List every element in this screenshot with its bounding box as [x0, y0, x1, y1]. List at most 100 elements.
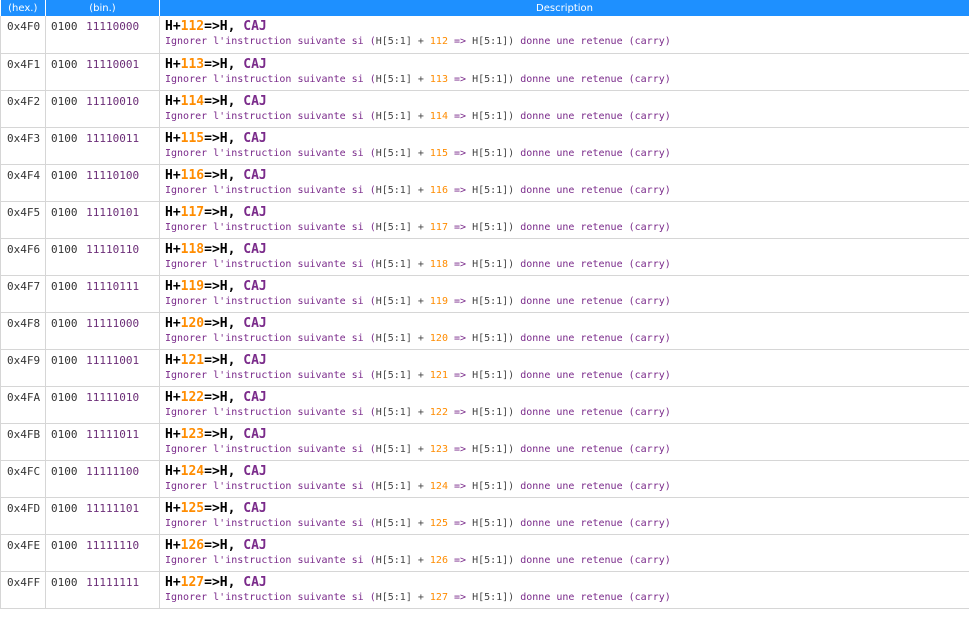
instruction-description: Ignorer l'instruction suivante si (H[5:1… [165, 110, 969, 124]
desc-register: H[5:1] + [375, 332, 430, 344]
instruction-cell: H+112=>H, CAJ Ignorer l'instruction suiva… [159, 16, 969, 54]
instruction-description: Ignorer l'instruction suivante si (H[5:1… [165, 369, 969, 383]
desc-immediate: 121 [429, 369, 448, 381]
desc-immediate: 123 [429, 443, 448, 455]
desc-result: H[5:1]) [472, 73, 515, 85]
desc-result: H[5:1]) [472, 406, 515, 418]
desc-immediate: 127 [429, 591, 448, 603]
desc-arrow: => [447, 332, 473, 344]
opcode-bin-high: 0100 [51, 205, 78, 219]
desc-result: H[5:1]) [472, 258, 515, 270]
mnemonic-prefix: H+ [165, 463, 181, 479]
mnemonic-flag: CAJ [243, 241, 267, 257]
instruction-description: Ignorer l'instruction suivante si (H[5:1… [165, 73, 969, 87]
mnemonic-prefix: H+ [165, 315, 181, 331]
mnemonic-flag: CAJ [243, 500, 267, 516]
instruction-cell: H+119=>H, CAJ Ignorer l'instruction suiva… [159, 275, 969, 313]
opcode-hex: 0x4F1 [0, 53, 46, 91]
opcode-bin: 0100 11110110 [45, 238, 160, 276]
desc-prefix: Ignorer l'instruction suivante si ( [165, 147, 376, 159]
instruction-cell: H+123=>H, CAJ Ignorer l'instruction suiva… [159, 423, 969, 461]
table-row: 0x4FF 0100 11111111 H+127=>H, CAJ Ignorer l… [0, 571, 969, 609]
desc-suffix: donne une retenue (carry) [514, 369, 671, 381]
mnemonic-prefix: H+ [165, 241, 181, 257]
instruction-cell: H+116=>H, CAJ Ignorer l'instruction suiva… [159, 164, 969, 202]
instruction-cell: H+122=>H, CAJ Ignorer l'instruction suiva… [159, 386, 969, 424]
mnemonic-immediate: 125 [180, 500, 205, 516]
desc-arrow: => [447, 147, 473, 159]
table-row: 0x4FB 0100 11111011 H+123=>H, CAJ Ignorer l… [0, 423, 969, 461]
instruction-table: (hex.) (bin.) Description 0x4F0 0100 1111… [0, 0, 969, 609]
mnemonic-flag: CAJ [243, 537, 267, 553]
opcode-bin-low: 11111010 [86, 390, 140, 404]
instruction-cell: H+117=>H, CAJ Ignorer l'instruction suiva… [159, 201, 969, 239]
desc-register: H[5:1] + [375, 258, 430, 270]
opcode-bin-low: 11110111 [86, 279, 140, 293]
desc-arrow: => [447, 258, 473, 270]
desc-prefix: Ignorer l'instruction suivante si ( [165, 295, 376, 307]
mnemonic-prefix: H+ [165, 352, 181, 368]
desc-suffix: donne une retenue (carry) [514, 184, 671, 196]
desc-register: H[5:1] + [375, 73, 430, 85]
opcode-bin: 0100 11110000 [45, 16, 160, 54]
mnemonic-immediate: 115 [180, 130, 205, 146]
desc-arrow: => [447, 480, 473, 492]
mnemonic-prefix: H+ [165, 167, 181, 183]
mnemonic-flag: CAJ [243, 389, 267, 405]
instruction-mnemonic: H+123=>H, CAJ [165, 426, 969, 443]
mnemonic-suffix: =>H, [204, 278, 244, 294]
opcode-bin-low: 11110101 [86, 205, 140, 219]
mnemonic-suffix: =>H, [204, 500, 244, 516]
mnemonic-immediate: 126 [180, 537, 205, 553]
desc-prefix: Ignorer l'instruction suivante si ( [165, 184, 376, 196]
header-hex: (hex.) [0, 0, 46, 16]
instruction-mnemonic: H+114=>H, CAJ [165, 93, 969, 110]
opcode-bin: 0100 11110001 [45, 53, 160, 91]
opcode-bin-high: 0100 [51, 464, 78, 478]
instruction-description: Ignorer l'instruction suivante si (H[5:1… [165, 517, 969, 531]
mnemonic-suffix: =>H, [204, 130, 244, 146]
desc-prefix: Ignorer l'instruction suivante si ( [165, 110, 376, 122]
desc-immediate: 124 [429, 480, 448, 492]
mnemonic-flag: CAJ [243, 574, 267, 590]
mnemonic-immediate: 121 [180, 352, 205, 368]
desc-suffix: donne une retenue (carry) [514, 554, 671, 566]
mnemonic-immediate: 114 [180, 93, 205, 109]
desc-result: H[5:1]) [472, 517, 515, 529]
mnemonic-immediate: 116 [180, 167, 205, 183]
mnemonic-immediate: 122 [180, 389, 205, 405]
opcode-bin: 0100 11110010 [45, 90, 160, 128]
opcode-hex: 0x4F2 [0, 90, 46, 128]
mnemonic-suffix: =>H, [204, 56, 244, 72]
desc-arrow: => [447, 184, 473, 196]
desc-prefix: Ignorer l'instruction suivante si ( [165, 480, 376, 492]
desc-register: H[5:1] + [375, 554, 430, 566]
mnemonic-prefix: H+ [165, 426, 181, 442]
header-bin: (bin.) [45, 0, 160, 16]
opcode-hex: 0x4F9 [0, 349, 46, 387]
mnemonic-immediate: 119 [180, 278, 205, 294]
desc-register: H[5:1] + [375, 221, 430, 233]
desc-immediate: 126 [429, 554, 448, 566]
mnemonic-flag: CAJ [243, 426, 267, 442]
table-row: 0x4FA 0100 11111010 H+122=>H, CAJ Ignorer l… [0, 386, 969, 424]
desc-register: H[5:1] + [375, 110, 430, 122]
mnemonic-flag: CAJ [243, 56, 267, 72]
opcode-bin-low: 11111110 [86, 538, 140, 552]
desc-immediate: 118 [429, 258, 448, 270]
desc-prefix: Ignorer l'instruction suivante si ( [165, 221, 376, 233]
instruction-mnemonic: H+127=>H, CAJ [165, 574, 969, 591]
mnemonic-prefix: H+ [165, 204, 181, 220]
desc-suffix: donne une retenue (carry) [514, 73, 671, 85]
mnemonic-flag: CAJ [243, 278, 267, 294]
instruction-description: Ignorer l'instruction suivante si (H[5:1… [165, 443, 969, 457]
instruction-cell: H+118=>H, CAJ Ignorer l'instruction suiva… [159, 238, 969, 276]
opcode-bin-low: 11111000 [86, 316, 140, 330]
desc-suffix: donne une retenue (carry) [514, 36, 671, 47]
table-row: 0x4F8 0100 11111000 H+120=>H, CAJ Ignorer l… [0, 312, 969, 350]
desc-arrow: => [447, 295, 473, 307]
opcode-bin-high: 0100 [51, 279, 78, 293]
table-row: 0x4F1 0100 11110001 H+113=>H, CAJ Ignorer l… [0, 53, 969, 91]
opcode-hex: 0x4F4 [0, 164, 46, 202]
opcode-bin-low: 11111101 [86, 501, 140, 515]
